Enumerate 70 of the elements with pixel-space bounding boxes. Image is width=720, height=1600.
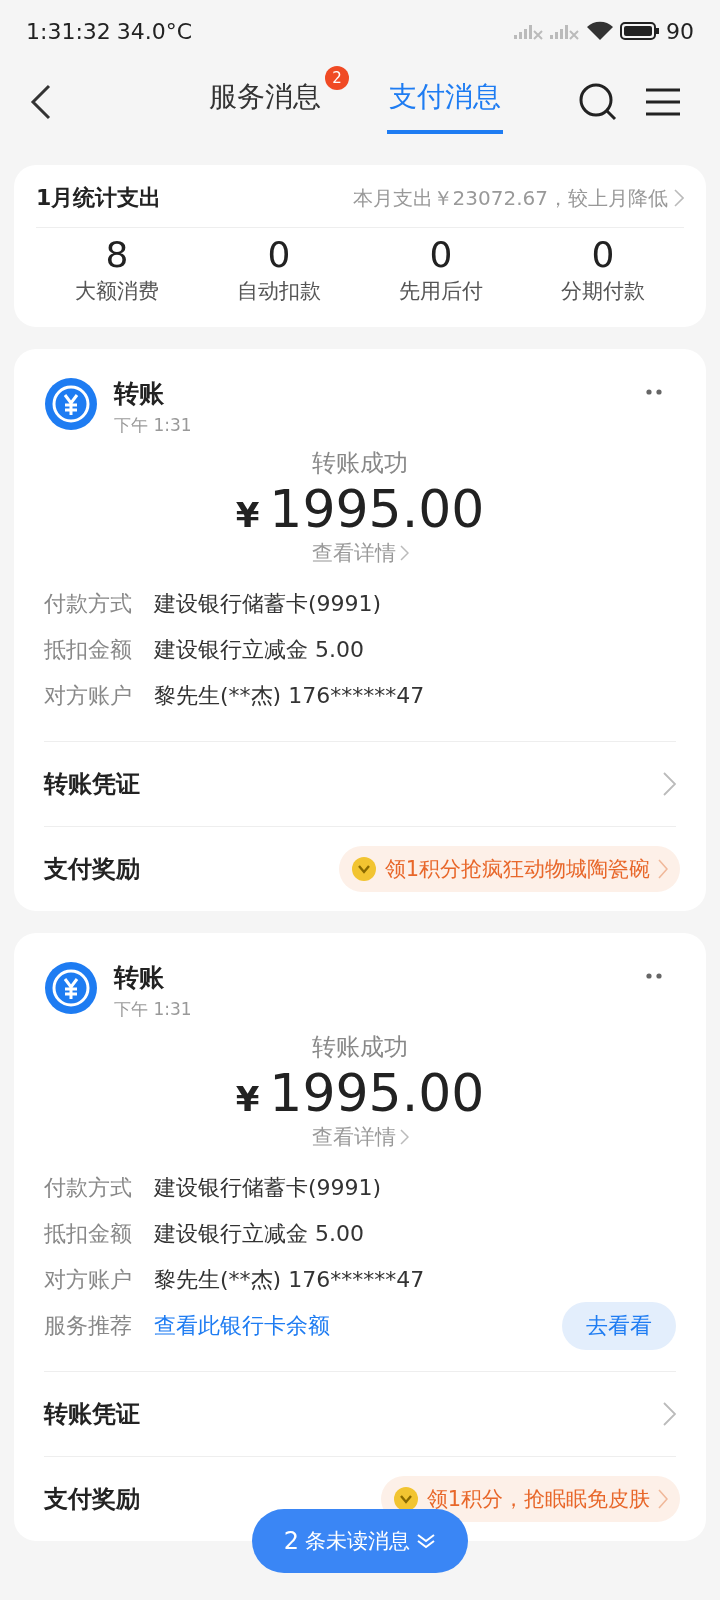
chevron-icon <box>658 1489 668 1509</box>
stat-label: 分期付款 <box>561 278 645 305</box>
action-label[interactable]: 支付奖励 <box>44 853 140 885</box>
transfer-icon <box>44 961 98 1015</box>
coin-icon <box>350 856 377 882</box>
field-value: 黎先生(**杰) 176******47 <box>154 1266 425 1294</box>
payment-status: 转账成功 <box>312 448 408 479</box>
summary-note[interactable]: 本月支出￥23072.67，较上月降低 <box>352 184 668 212</box>
signal-icon <box>550 22 580 40</box>
stat-label: 自动扣款 <box>237 278 321 305</box>
field-value: 建设银行立减金 5.00 <box>154 1220 364 1248</box>
double-chevron-icon <box>416 1533 437 1549</box>
status-time: 1:31:32 <box>26 18 111 44</box>
go-see-button[interactable]: 去看看 <box>562 1302 676 1350</box>
stat-label: 先用后付 <box>399 278 483 305</box>
chevron-icon <box>658 859 668 879</box>
field-label: 服务推荐 <box>44 1312 132 1340</box>
field-label: 对方账户 <box>44 1266 132 1294</box>
more-icon[interactable] <box>646 973 664 979</box>
reward-promo[interactable]: 领1积分抢疯狂动物城陶瓷碗 <box>338 846 680 892</box>
field-label: 付款方式 <box>44 1174 132 1202</box>
signal-icon <box>514 22 544 40</box>
stat-value: 8 <box>105 234 129 275</box>
back-icon[interactable] <box>30 84 52 120</box>
stat-value: 0 <box>429 234 453 275</box>
unread-messages-button[interactable]: 2 条未读消息 <box>252 1509 468 1573</box>
transfer-icon <box>44 377 98 431</box>
stat-value: 0 <box>591 234 615 275</box>
payment-amount: 1995.00 <box>269 1063 485 1123</box>
menu-icon[interactable] <box>644 87 682 117</box>
battery-icon <box>620 21 660 41</box>
stat-label: 大额消费 <box>75 278 159 305</box>
reward-promo[interactable]: 领1积分，抢眠眠免皮肤 <box>380 1476 680 1522</box>
search-icon[interactable] <box>578 82 618 122</box>
details-link[interactable]: 查看详情 <box>311 1123 396 1151</box>
action-label[interactable]: 支付奖励 <box>44 1483 140 1515</box>
field-value: 建设银行立减金 5.00 <box>154 636 364 664</box>
card-time: 下午 1:31 <box>114 414 193 437</box>
details-link[interactable]: 查看详情 <box>311 539 396 567</box>
field-label: 抵扣金额 <box>44 636 132 664</box>
stat-value: 0 <box>267 234 291 275</box>
action-label[interactable]: 转账凭证 <box>44 1398 140 1430</box>
coin-icon <box>392 1486 419 1512</box>
wifi-icon <box>586 21 614 41</box>
chevron-icon <box>663 772 676 796</box>
field-label: 付款方式 <box>44 590 132 618</box>
card-title: 转账 <box>114 962 165 994</box>
chevron-icon <box>663 1402 676 1426</box>
chevron-icon <box>674 189 684 207</box>
field-label: 抵扣金额 <box>44 1220 132 1248</box>
currency-symbol: ¥ <box>235 495 260 535</box>
field-label: 对方账户 <box>44 682 132 710</box>
field-value: 建设银行储蓄卡(9991) <box>154 590 382 618</box>
tab[interactable]: 支付消息 <box>387 70 503 134</box>
more-icon[interactable] <box>646 389 664 395</box>
field-value: 黎先生(**杰) 176******47 <box>154 682 425 710</box>
battery-level: 90 <box>666 18 694 44</box>
status-temperature: 34.0°C <box>116 18 193 44</box>
payment-status: 转账成功 <box>312 1032 408 1063</box>
summary-title: 1月统计支出 <box>36 184 163 212</box>
card-time: 下午 1:31 <box>114 998 193 1021</box>
balance-link[interactable]: 查看此银行卡余额 <box>154 1311 330 1341</box>
card-title: 转账 <box>114 378 165 410</box>
action-label[interactable]: 转账凭证 <box>44 768 140 800</box>
field-value: 建设银行储蓄卡(9991) <box>154 1174 382 1202</box>
payment-amount: 1995.00 <box>269 479 485 539</box>
currency-symbol: ¥ <box>235 1079 260 1119</box>
count-badge: 2 <box>325 66 349 90</box>
chevron-icon <box>399 1129 409 1145</box>
chevron-icon <box>399 545 409 561</box>
